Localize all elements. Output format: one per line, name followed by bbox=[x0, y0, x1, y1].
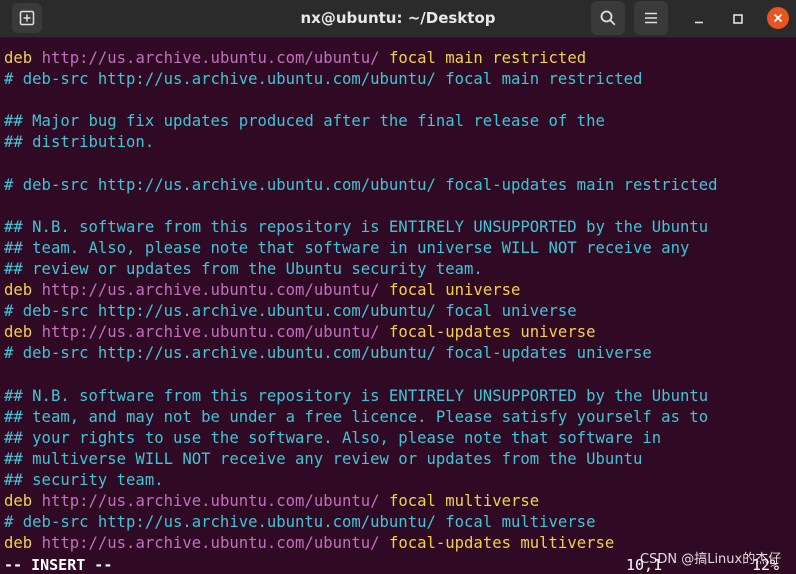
search-icon bbox=[600, 10, 616, 26]
comment-text: ## N.B. software from this repository is… bbox=[4, 217, 709, 236]
close-icon bbox=[773, 13, 783, 23]
close-button[interactable] bbox=[767, 7, 789, 29]
repo-url: http://us.archive.ubuntu.com/ubuntu/ bbox=[41, 491, 380, 510]
deb-keyword: deb bbox=[4, 323, 33, 342]
deb-keyword: deb bbox=[4, 281, 33, 300]
repo-url: http://us.archive.ubuntu.com/ubuntu/ bbox=[41, 323, 380, 342]
search-button[interactable] bbox=[591, 1, 625, 35]
editor-line: ## team, and may not be under a free lic… bbox=[4, 407, 796, 428]
comment-text: ## distribution. bbox=[4, 133, 155, 152]
comment-text: # deb-src http://us.archive.ubuntu.com/u… bbox=[4, 302, 577, 321]
editor-line: # deb-src http://us.archive.ubuntu.com/u… bbox=[4, 301, 796, 322]
window-title: nx@ubuntu: ~/Desktop bbox=[300, 9, 496, 27]
insert-mode-indicator: -- INSERT -- bbox=[4, 556, 113, 574]
repo-components: focal main restricted bbox=[388, 49, 587, 67]
comment-text: ## Major bug fix updates produced after … bbox=[4, 112, 605, 131]
comment-text: ## team. Also, please note that software… bbox=[4, 238, 690, 257]
editor-line: deb http://us.archive.ubuntu.com/ubuntu/… bbox=[4, 491, 796, 512]
minimize-icon bbox=[695, 21, 703, 24]
editor-line: ## security team. bbox=[4, 470, 796, 491]
comment-text: ## team, and may not be under a free lic… bbox=[4, 407, 709, 426]
editor-line: # deb-src http://us.archive.ubuntu.com/u… bbox=[4, 343, 796, 364]
comment-text: # deb-src http://us.archive.ubuntu.com/u… bbox=[4, 70, 643, 89]
comment-text: ## your rights to use the software. Also… bbox=[4, 428, 662, 447]
editor-line: # deb-src http://us.archive.ubuntu.com/u… bbox=[4, 69, 796, 90]
editor-line: deb http://us.archive.ubuntu.com/ubuntu/… bbox=[4, 280, 796, 301]
repo-components: focal-updates multiverse bbox=[388, 534, 615, 553]
title-bar: nx@ubuntu: ~/Desktop bbox=[0, 0, 796, 38]
repo-url: http://us.archive.ubuntu.com/ubuntu/ bbox=[41, 534, 380, 553]
editor-line: ## N.B. software from this repository is… bbox=[4, 386, 796, 407]
hamburger-menu-icon bbox=[645, 12, 657, 24]
editor-line: ## review or updates from the Ubuntu sec… bbox=[4, 259, 796, 280]
repo-components: focal multiverse bbox=[388, 491, 540, 510]
new-tab-icon bbox=[19, 10, 35, 26]
comment-text: # deb-src http://us.archive.ubuntu.com/u… bbox=[4, 175, 718, 194]
editor-line: ## your rights to use the software. Also… bbox=[4, 428, 796, 449]
repo-url: http://us.archive.ubuntu.com/ubuntu/ bbox=[41, 49, 380, 67]
menu-button[interactable] bbox=[634, 1, 668, 35]
maximize-icon bbox=[733, 14, 743, 24]
deb-keyword: deb bbox=[4, 49, 33, 67]
minimize-button[interactable] bbox=[689, 9, 709, 29]
editor-line: ## multiverse WILL NOT receive any revie… bbox=[4, 449, 796, 470]
editor-line: # deb-src http://us.archive.ubuntu.com/u… bbox=[4, 512, 796, 533]
editor-line: deb http://us.archive.ubuntu.com/ubuntu/… bbox=[4, 322, 796, 343]
terminal-text-area[interactable]: deb http://us.archive.ubuntu.com/ubuntu/… bbox=[4, 48, 796, 571]
editor-line: ## distribution. bbox=[4, 132, 796, 153]
repo-url: http://us.archive.ubuntu.com/ubuntu/ bbox=[41, 281, 380, 300]
editor-line: deb http://us.archive.ubuntu.com/ubuntu/… bbox=[4, 48, 796, 69]
comment-text: ## security team. bbox=[4, 470, 164, 489]
comment-text: ## N.B. software from this repository is… bbox=[4, 386, 709, 405]
comment-text: # deb-src http://us.archive.ubuntu.com/u… bbox=[4, 344, 652, 363]
editor-line: ## N.B. software from this repository is… bbox=[4, 217, 796, 238]
comment-text: ## multiverse WILL NOT receive any revie… bbox=[4, 449, 643, 468]
comment-text: # deb-src http://us.archive.ubuntu.com/u… bbox=[4, 513, 596, 532]
editor-line: ## team. Also, please note that software… bbox=[4, 238, 796, 259]
new-tab-button[interactable] bbox=[12, 3, 42, 33]
csdn-watermark: CSDN @搞Linux的杰仔 bbox=[640, 552, 782, 567]
editor-line: ## Major bug fix updates produced after … bbox=[4, 111, 796, 132]
deb-keyword: deb bbox=[4, 491, 33, 510]
comment-text: ## review or updates from the Ubuntu sec… bbox=[4, 259, 483, 278]
repo-components: focal-updates universe bbox=[388, 323, 596, 342]
editor-line: # deb-src http://us.archive.ubuntu.com/u… bbox=[4, 175, 796, 196]
repo-components: focal universe bbox=[388, 281, 521, 300]
maximize-button[interactable] bbox=[728, 9, 748, 29]
deb-keyword: deb bbox=[4, 534, 33, 553]
